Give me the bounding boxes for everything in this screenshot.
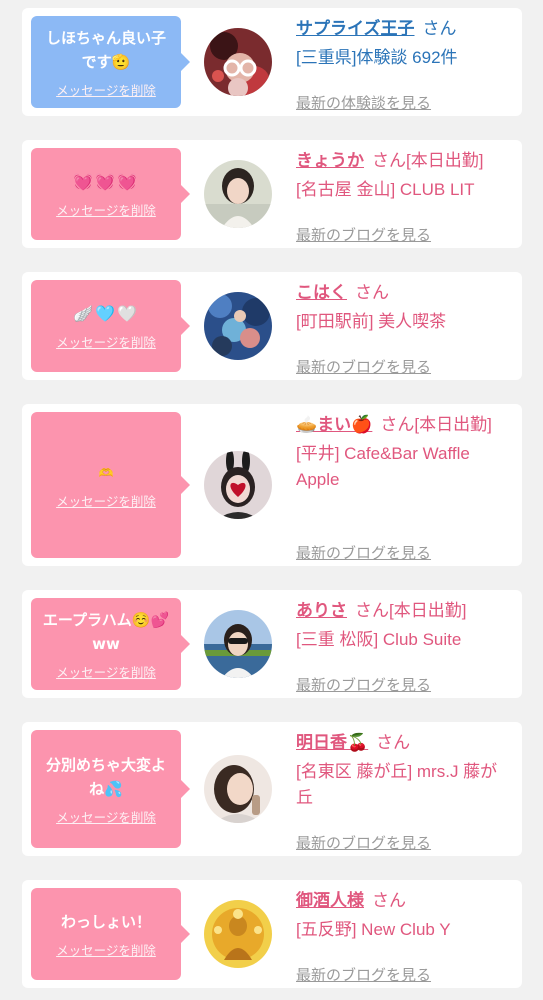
latest-blog-link[interactable]: 最新のブログを見る xyxy=(296,965,431,987)
avatar-image xyxy=(204,900,272,968)
avatar[interactable] xyxy=(204,451,272,519)
delete-message-link[interactable]: メッセージを削除 xyxy=(56,940,156,959)
latest-blog-link[interactable]: 最新のブログを見る xyxy=(296,225,431,247)
name-line: 🥧まい🍎 さん[本日出勤] xyxy=(296,412,514,438)
message-bubble: 分別めちゃ大変よね💦 メッセージを削除 xyxy=(31,730,190,848)
sender-info: ありさ さん[本日出勤] [三重 松阪] Club Suite 最新のブログを見る xyxy=(296,598,514,694)
name-suffix: さん xyxy=(355,283,389,302)
delete-message-link[interactable]: メッセージを削除 xyxy=(56,807,156,826)
sender-name-link[interactable]: こはく xyxy=(296,283,347,302)
message-bubble: 🫶 メッセージを削除 xyxy=(31,412,190,558)
name-suffix: さん[本日出勤] xyxy=(355,601,467,620)
message-card: 🫶 メッセージを削除 🥧まい🍎 さん[本日出勤] [平井] Cafe&Bar Wa… xyxy=(22,404,522,566)
message-bubble: 💓💓💓 メッセージを削除 xyxy=(31,148,190,240)
sender-info: こはく さん [町田駅前] 美人喫茶 最新のブログを見る xyxy=(296,280,514,376)
shop-text: [平井] Cafe&Bar Waffle Apple xyxy=(296,444,470,489)
sender-name-link[interactable]: ありさ xyxy=(296,601,347,620)
message-text: 💓💓💓 xyxy=(73,171,139,191)
sender-info: 🥧まい🍎 さん[本日出勤] [平井] Cafe&Bar Waffle Apple … xyxy=(296,412,514,562)
sender-info: サプライズ王子 さん [三重県]体験談 692件 最新の体験談を見る xyxy=(296,16,514,112)
avatar-image xyxy=(204,28,272,96)
latest-blog-link[interactable]: 最新のブログを見る xyxy=(296,833,431,855)
message-card: 🪽🩵🤍 メッセージを削除 こはく さん [町田駅前] 美人喫茶 最新のブログを見る xyxy=(22,272,522,380)
shop-text: [町田駅前] 美人喫茶 xyxy=(296,312,447,331)
sender-name-link[interactable]: 明日香🍒 xyxy=(296,733,368,752)
message-card: 💓💓💓 メッセージを削除 きょうか さん[本日出勤] [名古屋 金山] CLUB … xyxy=(22,140,522,248)
sender-info: きょうか さん[本日出勤] [名古屋 金山] CLUB LIT 最新のブログを見る xyxy=(296,148,514,244)
avatar-image xyxy=(204,755,272,823)
message-card: しほちゃん良い子です🫡 メッセージを削除 サプライズ王子 さん [三重県]体験談 … xyxy=(22,8,522,116)
avatar[interactable] xyxy=(204,28,272,96)
avatar[interactable] xyxy=(204,755,272,823)
sender-name-link[interactable]: きょうか xyxy=(296,151,364,170)
message-text: 🪽🩵🤍 xyxy=(73,303,139,323)
delete-message-link[interactable]: メッセージを削除 xyxy=(56,80,156,99)
message-card: わっしょい！ メッセージを削除 御酒人様 さん [五反野] New Club Y … xyxy=(22,880,522,988)
message-bubble: エープラハム☺️💕ww メッセージを削除 xyxy=(31,598,190,690)
sender-info: 明日香🍒 さん [名東区 藤が丘] mrs.J 藤が丘 最新のブログを見る xyxy=(296,730,514,852)
shop-text: [五反野] New Club Y xyxy=(296,920,451,939)
message-text: 🫶 xyxy=(98,465,114,480)
name-line: こはく さん xyxy=(296,280,514,306)
avatar-image xyxy=(204,160,272,228)
shop-text: [三重県]体験談 692件 xyxy=(296,48,458,67)
message-bubble: しほちゃん良い子です🫡 メッセージを削除 xyxy=(31,16,190,108)
sender-name-link[interactable]: 御酒人様 xyxy=(296,891,364,910)
message-text: しほちゃん良い子です🫡 xyxy=(45,28,166,71)
message-card: 分別めちゃ大変よね💦 メッセージを削除 明日香🍒 さん [名東区 藤が丘] mrs… xyxy=(22,722,522,856)
latest-blog-link[interactable]: 最新のブログを見る xyxy=(296,357,431,379)
name-line: 御酒人様 さん xyxy=(296,888,514,914)
message-bubble: わっしょい！ メッセージを削除 xyxy=(31,888,190,980)
message-card: エープラハム☺️💕ww メッセージを削除 ありさ さん[本日出勤] [三重 松阪]… xyxy=(22,590,522,698)
message-text: 分別めちゃ大変よね💦 xyxy=(45,755,166,798)
name-line: サプライズ王子 さん xyxy=(296,16,514,42)
avatar[interactable] xyxy=(204,610,272,678)
shop-text: [三重 松阪] Club Suite xyxy=(296,630,462,649)
delete-message-link[interactable]: メッセージを削除 xyxy=(56,332,156,351)
avatar-image xyxy=(204,451,272,519)
message-text: わっしょい！ xyxy=(60,912,151,931)
delete-message-link[interactable]: メッセージを削除 xyxy=(56,200,156,219)
name-suffix: さん xyxy=(422,19,457,38)
name-suffix: さん xyxy=(372,891,406,910)
delete-message-link[interactable]: メッセージを削除 xyxy=(56,662,156,681)
name-line: ありさ さん[本日出勤] xyxy=(296,598,514,624)
avatar[interactable] xyxy=(204,160,272,228)
name-line: きょうか さん[本日出勤] xyxy=(296,148,514,174)
sender-name-link[interactable]: サプライズ王子 xyxy=(296,19,415,38)
shop-text: [名東区 藤が丘] mrs.J 藤が丘 xyxy=(296,762,498,807)
name-line: 明日香🍒 さん xyxy=(296,730,514,756)
message-bubble: 🪽🩵🤍 メッセージを削除 xyxy=(31,280,190,372)
avatar[interactable] xyxy=(204,900,272,968)
avatar[interactable] xyxy=(204,292,272,360)
message-text: エープラハム☺️💕ww xyxy=(42,610,170,653)
avatar-image xyxy=(204,292,272,360)
avatar-image xyxy=(204,610,272,678)
name-suffix: さん[本日出勤] xyxy=(372,151,484,170)
latest-reviews-link[interactable]: 最新の体験談を見る xyxy=(296,93,431,115)
shop-text: [名古屋 金山] CLUB LIT xyxy=(296,180,475,199)
delete-message-link[interactable]: メッセージを削除 xyxy=(56,491,156,510)
sender-name-link[interactable]: 🥧まい🍎 xyxy=(296,415,372,434)
sender-info: 御酒人様 さん [五反野] New Club Y 最新のブログを見る xyxy=(296,888,514,984)
name-suffix: さん xyxy=(376,733,411,752)
latest-blog-link[interactable]: 最新のブログを見る xyxy=(296,675,431,697)
name-suffix: さん[本日出勤] xyxy=(380,415,492,434)
latest-blog-link[interactable]: 最新のブログを見る xyxy=(296,543,431,565)
